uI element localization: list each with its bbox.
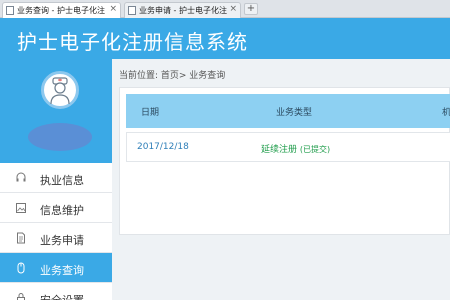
browser-tab-label: 业务申请 - 护士电子化注 (139, 6, 227, 15)
table-header: 日期 业务类型 机 (126, 94, 450, 128)
sidebar-item-info-maintenance[interactable]: 信息维护 (0, 193, 112, 223)
main-content: 当前位置: 首页> 业务查询 日期 业务类型 机 2017/12/18 延续注册… (112, 59, 450, 300)
sidebar-item-label: 业务申请 (40, 234, 84, 247)
sidebar-item-label: 安全设置 (40, 292, 84, 300)
app-header: 护士电子化注册信息系统 (0, 18, 450, 59)
user-name-badge (28, 123, 92, 151)
page-icon (128, 6, 136, 15)
sidebar-item-label: 业务查询 (40, 264, 84, 277)
mouse-icon (17, 262, 25, 274)
browser-tab-strip: 业务查询 - 护士电子化注 × 业务申请 - 护士电子化注 × + (0, 0, 450, 18)
close-icon[interactable]: × (229, 4, 237, 14)
app-title: 护士电子化注册信息系统 (17, 30, 248, 54)
new-tab-button[interactable]: + (244, 3, 258, 15)
row-date: 2017/12/18 (137, 142, 189, 152)
column-header-date: 日期 (141, 108, 160, 118)
browser-tab-label: 业务查询 - 护士电子化注 (17, 6, 105, 15)
sidebar-item-business-apply[interactable]: 业务申请 (0, 223, 112, 253)
sidebar-item-business-query[interactable]: 业务查询 (0, 253, 112, 283)
browser-tab-business-apply[interactable]: 业务申请 - 护士电子化注 × (124, 2, 241, 18)
column-header-agency: 机 (442, 108, 450, 118)
row-business-type: 延续注册 (已提交) (261, 142, 330, 155)
breadcrumb: 当前位置: 首页> 业务查询 (119, 71, 226, 81)
sidebar: 执业信息 信息维护 业务申请 业务查询 安全设置 (0, 59, 112, 300)
profile-panel (0, 59, 112, 163)
query-results-panel: 日期 业务类型 机 2017/12/18 延续注册 (已提交) (119, 87, 450, 235)
browser-tab-business-query[interactable]: 业务查询 - 护士电子化注 × (2, 2, 121, 18)
column-header-business-type: 业务类型 (276, 108, 313, 118)
lock-icon (17, 293, 25, 300)
sidebar-item-practice-info[interactable]: 执业信息 (0, 163, 112, 193)
image-icon (16, 203, 26, 213)
avatar[interactable] (41, 71, 79, 109)
document-icon (17, 232, 25, 244)
page-icon (6, 6, 14, 15)
sidebar-item-label: 信息维护 (40, 204, 84, 217)
headset-icon (16, 172, 26, 182)
sidebar-item-security-settings[interactable]: 安全设置 (0, 283, 112, 300)
nurse-icon (50, 77, 70, 105)
sidebar-item-label: 执业信息 (40, 174, 84, 187)
close-icon[interactable]: × (109, 4, 117, 14)
status-badge: (已提交) (299, 145, 331, 154)
business-type-label[interactable]: 延续注册 (261, 145, 297, 155)
table-row[interactable]: 2017/12/18 延续注册 (已提交) (126, 132, 450, 162)
